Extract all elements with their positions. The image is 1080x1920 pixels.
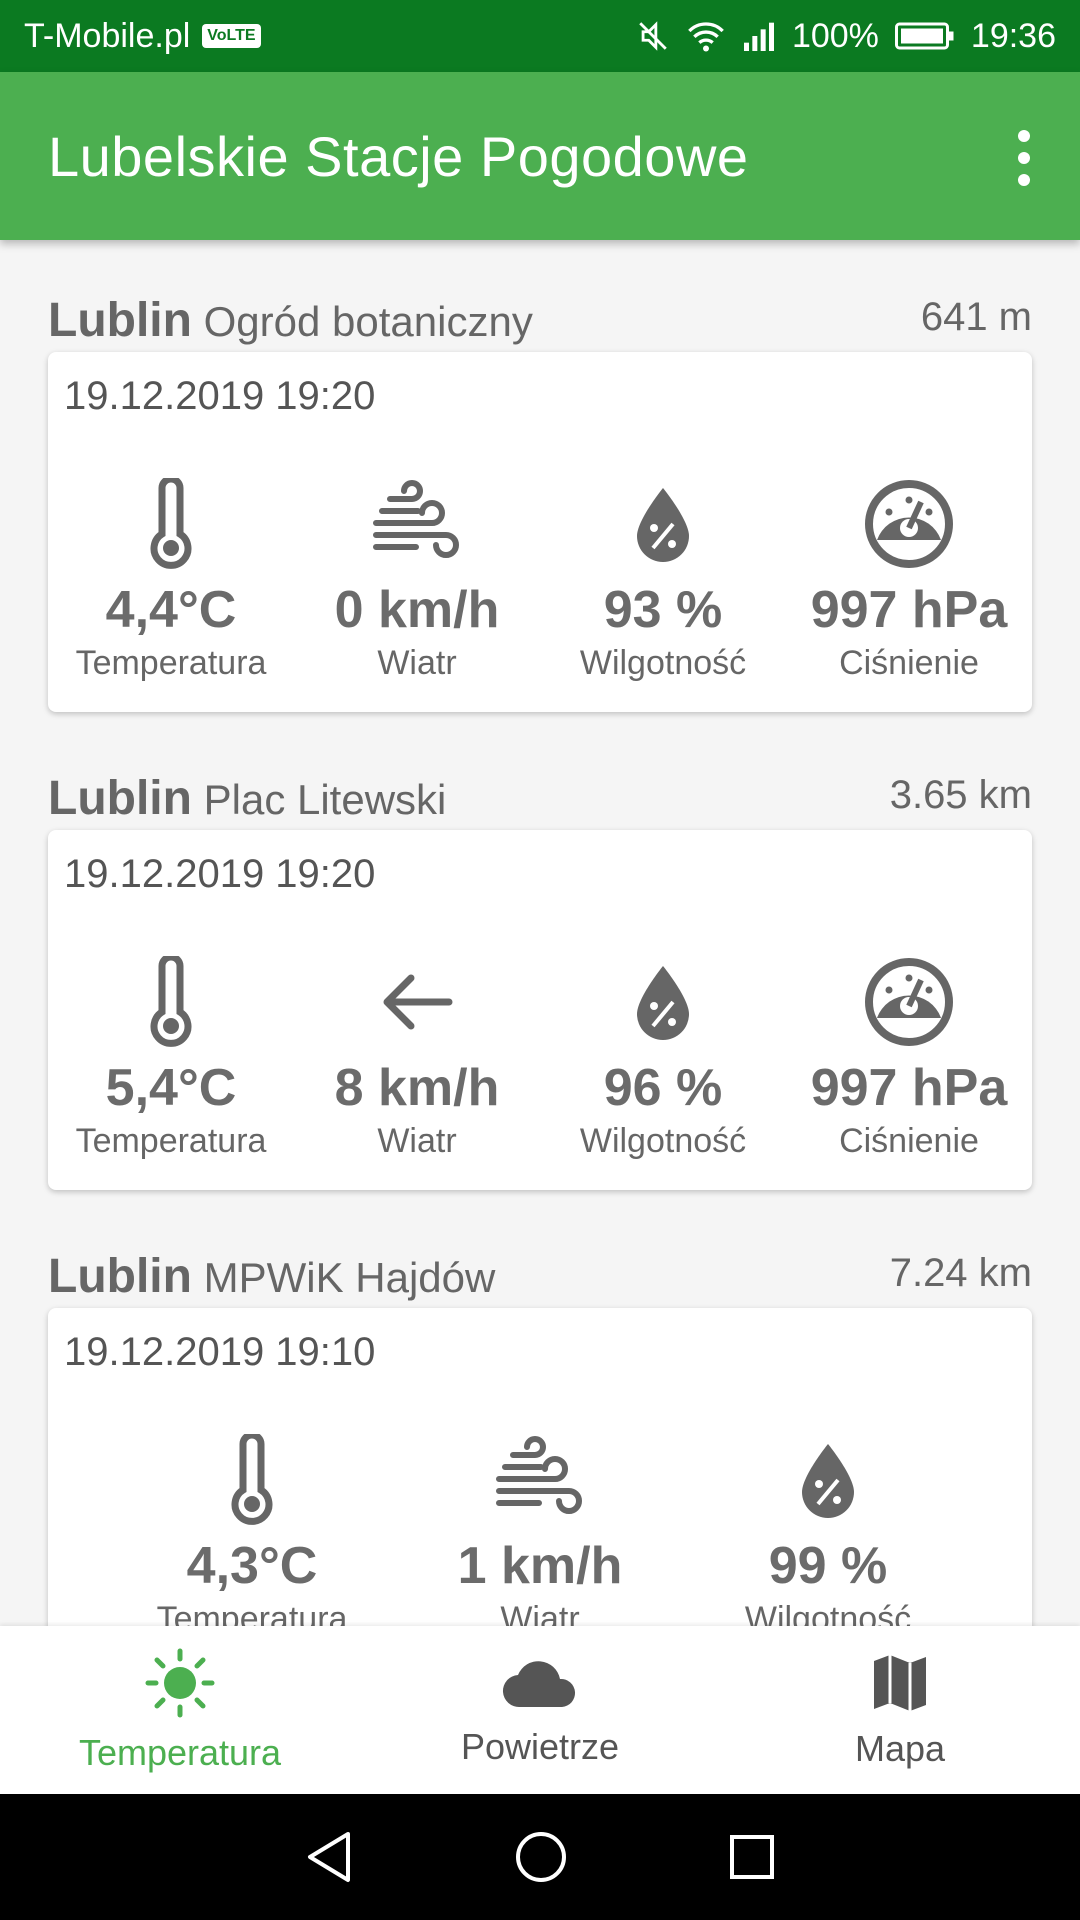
battery-percent: 100% [791, 16, 879, 55]
wind-value: 0 km/h [334, 581, 500, 639]
humidity-label: Wilgotność [744, 1600, 912, 1626]
station-item[interactable]: Lublin Plac Litewski 3.65 km 19.12.2019 … [48, 768, 1032, 1190]
metric-wind: 8 km/h Wiatr [297, 954, 537, 1161]
pressure-label: Ciśnienie [839, 644, 979, 682]
humidity-drop-icon [633, 954, 693, 1050]
nav-label: Temperatura [78, 1731, 282, 1773]
humidity-value: 93 % [603, 581, 723, 639]
app-bar: Lubelskie Stacje Pogodowe [0, 72, 1080, 240]
station-city: Lublin [48, 1250, 192, 1303]
station-title: Lublin Ogród botaniczny [48, 293, 533, 348]
station-city: Lublin [48, 294, 192, 347]
thermometer-icon [227, 1432, 277, 1528]
station-name: Plac Litewski [203, 776, 447, 823]
volte-badge: VoLTE [202, 24, 261, 48]
temperature-label: Temperatura [75, 644, 267, 682]
humidity-label: Wilgotność [579, 1122, 747, 1160]
station-title: Lublin Plac Litewski [48, 771, 446, 826]
metric-temperature: 4,3°C Temperatura [132, 1432, 372, 1626]
station-card[interactable]: 19.12.2019 19:20 4,4°C Temperatura 0 km/… [48, 352, 1032, 712]
station-name: Ogród botaniczny [203, 298, 533, 345]
station-list[interactable]: Lublin Ogród botaniczny 641 m 19.12.2019… [0, 240, 1080, 1626]
pressure-value: 997 hPa [810, 581, 1008, 639]
metric-humidity: 93 % Wilgotność [543, 476, 783, 683]
wind-direction-arrow-icon [377, 954, 457, 1050]
pressure-value: 997 hPa [810, 1059, 1008, 1117]
metric-humidity: 99 % Wilgotność [708, 1432, 948, 1626]
station-distance: 3.65 km [889, 773, 1032, 817]
metric-humidity: 96 % Wilgotność [543, 954, 783, 1161]
metric-pressure: 997 hPa Ciśnienie [789, 954, 1029, 1161]
pressure-gauge-icon [863, 954, 955, 1050]
cloud-icon [502, 1653, 578, 1718]
measurement-datetime: 19.12.2019 19:10 [64, 1330, 376, 1374]
station-item[interactable]: Lublin MPWiK Hajdów 7.24 km 19.12.2019 1… [48, 1246, 1032, 1626]
nav-powietrze[interactable]: Powietrze [360, 1626, 720, 1794]
measurement-datetime: 19.12.2019 19:20 [64, 852, 376, 896]
metric-wind: 0 km/h Wiatr [297, 476, 537, 683]
nav-label: Mapa [854, 1727, 946, 1769]
humidity-drop-icon [633, 476, 693, 572]
metric-pressure: 997 hPa Ciśnienie [789, 476, 1029, 683]
bottom-navigation: Temperatura Powietrze Mapa [0, 1626, 1080, 1794]
temperature-value: 4,4°C [105, 581, 237, 639]
status-bar: T-Mobile.pl VoLTE 100% 19:36 [0, 0, 1080, 72]
wind-label: Wiatr [500, 1600, 580, 1626]
map-icon [870, 1651, 930, 1720]
humidity-drop-icon [798, 1432, 858, 1528]
humidity-value: 96 % [603, 1059, 723, 1117]
temperature-value: 5,4°C [105, 1059, 237, 1117]
humidity-label: Wilgotność [579, 644, 747, 682]
station-city: Lublin [48, 772, 192, 825]
temperature-label: Temperatura [75, 1122, 267, 1160]
wind-value: 1 km/h [457, 1537, 623, 1595]
system-navigation-bar [0, 1794, 1080, 1920]
wind-icon [372, 476, 462, 572]
metric-wind: 1 km/h Wiatr [420, 1432, 660, 1626]
metric-temperature: 4,4°C Temperatura [51, 476, 291, 683]
clock: 19:36 [970, 16, 1056, 55]
pressure-gauge-icon [863, 476, 955, 572]
mute-icon [636, 19, 670, 53]
temperature-value: 4,3°C [186, 1537, 318, 1595]
wind-label: Wiatr [377, 1122, 457, 1160]
humidity-value: 99 % [768, 1537, 888, 1595]
back-icon[interactable] [304, 1830, 354, 1884]
station-card[interactable]: 19.12.2019 19:20 5,4°C Temperatura 8 km/… [48, 830, 1032, 1190]
station-name: MPWiK Hajdów [203, 1254, 496, 1301]
station-card[interactable]: 19.12.2019 19:10 4,3°C Temperatura 1 km/… [48, 1308, 1032, 1626]
wind-label: Wiatr [377, 644, 457, 682]
thermometer-icon [146, 476, 196, 572]
station-title: Lublin MPWiK Hajdów [48, 1249, 495, 1304]
measurement-datetime: 19.12.2019 19:20 [64, 374, 376, 418]
station-distance: 641 m [920, 295, 1032, 339]
signal-icon [742, 21, 776, 51]
station-distance: 7.24 km [889, 1251, 1032, 1295]
battery-icon [894, 21, 955, 51]
nav-temperatura[interactable]: Temperatura [0, 1626, 360, 1794]
wifi-icon [686, 19, 726, 53]
pressure-label: Ciśnienie [839, 1122, 979, 1160]
sun-icon [144, 1647, 216, 1724]
thermometer-icon [146, 954, 196, 1050]
recents-icon[interactable] [728, 1833, 776, 1881]
more-vert-icon[interactable] [1004, 130, 1044, 186]
carrier-name: T-Mobile.pl [24, 16, 191, 55]
nav-label: Powietrze [460, 1725, 620, 1767]
app-title: Lubelskie Stacje Pogodowe [48, 124, 749, 188]
wind-icon [495, 1432, 585, 1528]
temperature-label: Temperatura [156, 1600, 348, 1626]
home-icon[interactable] [514, 1830, 568, 1884]
wind-value: 8 km/h [334, 1059, 500, 1117]
metric-temperature: 5,4°C Temperatura [51, 954, 291, 1161]
nav-mapa[interactable]: Mapa [720, 1626, 1080, 1794]
station-item[interactable]: Lublin Ogród botaniczny 641 m 19.12.2019… [48, 290, 1032, 712]
